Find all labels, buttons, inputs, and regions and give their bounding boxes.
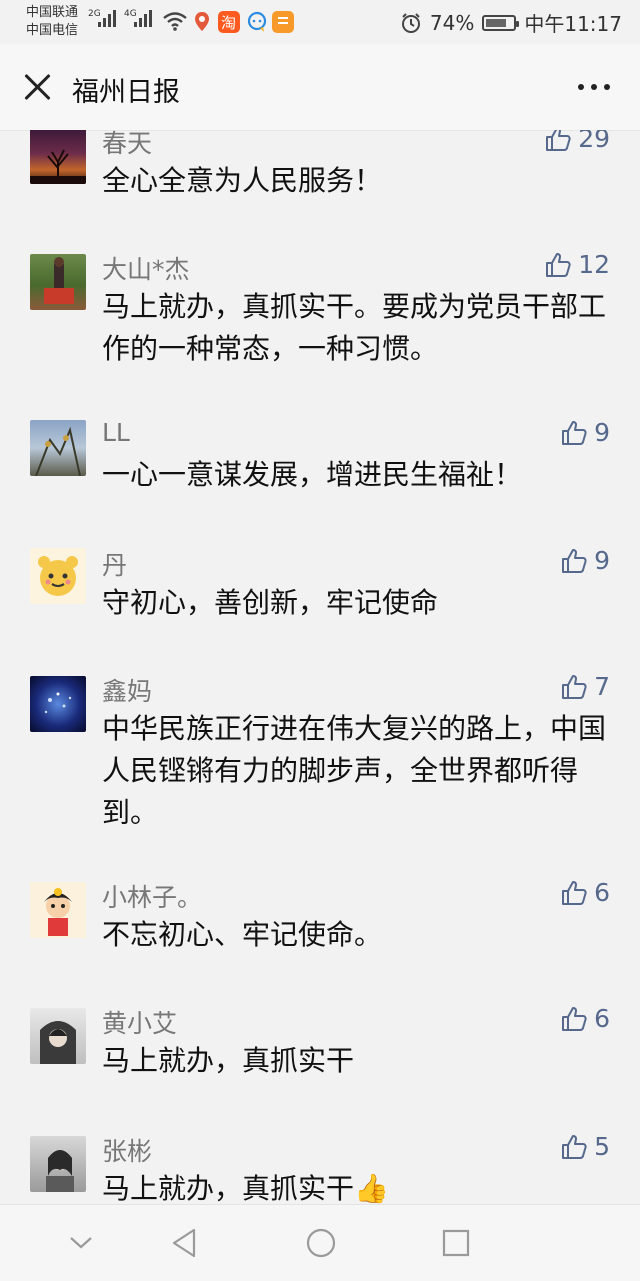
page-title: 福州日报 — [72, 77, 180, 108]
signal-icon-2 — [134, 10, 152, 27]
like-button[interactable]: 29 — [544, 130, 610, 153]
thumbs-up-icon — [562, 674, 587, 699]
battery-icon — [482, 14, 520, 31]
home-icon[interactable] — [305, 1227, 337, 1259]
comment-text: 全心全意为人民服务！ — [102, 164, 383, 197]
back-icon[interactable] — [170, 1227, 198, 1259]
comment-text: 马上就办，真抓实干👍 — [102, 1172, 389, 1204]
like-button[interactable]: 7 — [560, 672, 610, 701]
comment-text: 守初心，善创新，牢记使命 — [102, 586, 439, 619]
taobao-notification-icon: 淘 — [218, 11, 240, 33]
more-options-icon[interactable] — [578, 84, 610, 90]
like-count: 9 — [594, 418, 610, 447]
close-icon[interactable] — [20, 70, 54, 104]
avatar[interactable] — [30, 548, 86, 604]
alarm-icon — [401, 12, 420, 33]
like-button[interactable]: 12 — [544, 250, 610, 279]
carrier-info: 中国联通 中国电信 — [26, 4, 78, 40]
comment-text: 中华民族正行进在伟大复兴的路上，中国人民铿锵有力的脚步声，全世界都听得到。 — [102, 712, 607, 829]
comment-text: 一心一意谋发展，增进民生福祉！ — [102, 458, 523, 491]
recent-apps-icon[interactable] — [442, 1229, 470, 1257]
comment-author: 丹 — [102, 551, 128, 580]
system-navigation-bar — [0, 1204, 640, 1281]
clock: 中午11:17 — [524, 12, 622, 36]
app-notification-icon — [272, 11, 294, 33]
comment-text: 马上就办，真抓实干 — [102, 1044, 355, 1077]
thumbs-up-icon — [562, 880, 587, 905]
like-button[interactable]: 9 — [560, 418, 610, 447]
avatar[interactable] — [30, 130, 86, 184]
comment-text: 马上就办，真抓实干。要成为党员干部工作的一种常态，一种习惯。 — [102, 290, 607, 365]
battery-percent: 74% — [429, 10, 475, 35]
right-status: 74% 中午11:17 — [400, 8, 622, 37]
avatar[interactable] — [30, 1008, 86, 1064]
like-button[interactable]: 5 — [560, 1132, 610, 1161]
chat-notification-icon — [247, 11, 267, 32]
like-count: 7 — [594, 672, 610, 701]
avatar[interactable] — [30, 676, 86, 732]
like-button[interactable]: 6 — [560, 878, 610, 907]
carrier-2: 中国电信 — [26, 23, 79, 38]
thumbs-up-icon — [562, 420, 587, 445]
like-count: 6 — [594, 878, 610, 907]
wifi-icon — [163, 12, 187, 31]
avatar[interactable] — [30, 1136, 86, 1192]
avatar[interactable] — [30, 420, 86, 476]
signal-icon-1 — [98, 10, 116, 27]
thumbs-up-icon — [562, 1006, 587, 1031]
comment-author: 大山*杰 — [102, 255, 190, 284]
title-bar: 福州日报 — [0, 44, 640, 131]
thumbs-up-icon — [546, 252, 571, 277]
carrier-1: 中国联通 — [26, 5, 79, 20]
like-button[interactable]: 9 — [560, 546, 610, 575]
like-count: 12 — [578, 250, 610, 279]
battery-fill — [486, 18, 506, 27]
location-notification-icon — [195, 12, 209, 31]
comment-author: LL — [102, 418, 130, 447]
thumbs-up-icon — [562, 548, 587, 573]
avatar[interactable] — [30, 882, 86, 938]
chevron-down-icon[interactable] — [68, 1235, 94, 1251]
comment-author: 春天 — [102, 130, 153, 158]
comment-author: 小林子。 — [102, 883, 203, 912]
comment-text: 不忘初心、牢记使命。 — [102, 918, 383, 951]
like-count: 5 — [594, 1132, 610, 1161]
status-bar: 中国联通 中国电信 2G 4G 淘 74% 中午11:17 — [0, 0, 640, 44]
comment-author: 鑫妈 — [102, 677, 153, 706]
comment-list[interactable]: 春天 全心全意为人民服务！ 29 大山*杰 马上就办，真抓实干。要成为党员干部工… — [0, 130, 640, 1204]
like-count: 29 — [578, 130, 610, 153]
avatar[interactable] — [30, 254, 86, 310]
thumbs-up-icon — [562, 1134, 587, 1159]
comment-author: 黄小艾 — [102, 1009, 178, 1038]
like-button[interactable]: 6 — [560, 1004, 610, 1033]
like-count: 6 — [594, 1004, 610, 1033]
like-count: 9 — [594, 546, 610, 575]
thumbs-up-icon — [546, 130, 571, 151]
comment-author: 张彬 — [102, 1137, 153, 1166]
